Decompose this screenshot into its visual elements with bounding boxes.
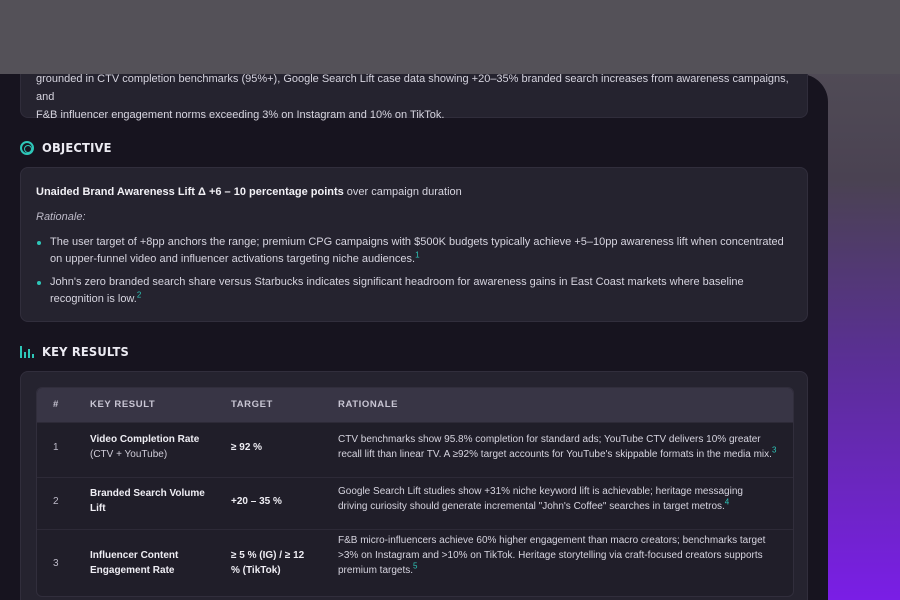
column-header-number: # [53, 399, 59, 410]
bullet-text: John's zero branded search share versus … [50, 276, 744, 305]
window-top-overlay [0, 0, 900, 74]
objective-metric-bold: Unaided Brand Awareness Lift Δ +6 – 10 p… [36, 186, 344, 198]
footnote-ref[interactable]: 3 [772, 446, 776, 455]
column-header-target: TARGET [231, 399, 273, 410]
key-result-rationale: F&B micro-influencers achieve 60% higher… [338, 535, 766, 576]
key-result-rationale: CTV benchmarks show 95.8% completion for… [338, 434, 777, 460]
objective-title: OBJECTIVE [42, 140, 112, 155]
key-result-target: ≥ 92 % [231, 442, 263, 453]
footnote-ref[interactable]: 1 [415, 250, 419, 259]
footnote-ref[interactable]: 2 [137, 290, 141, 299]
key-results-heading: KEY RESULTS [20, 344, 137, 359]
column-header-key-result: KEY RESULT [90, 399, 156, 410]
key-result-name: Influencer Content Engagement Rate [90, 550, 179, 576]
table-row: 2 Branded Search Volume Lift +20 – 35 % G… [37, 477, 793, 529]
table-row: 1 Video Completion Rate (CTV + YouTube) ≥… [37, 422, 793, 477]
key-results-title: KEY RESULTS [42, 344, 130, 359]
objective-metric: Unaided Brand Awareness Lift Δ +6 – 10 p… [36, 186, 462, 198]
column-header-rationale: RATIONALE [338, 399, 399, 410]
row-number: 1 [53, 442, 59, 453]
list-item: John's zero branded search share versus … [36, 274, 796, 308]
table-row: 3 Influencer Content Engagement Rate ≥ 5 … [37, 529, 793, 596]
list-item: The user target of +8pp anchors the rang… [36, 234, 796, 268]
rationale-label: Rationale: [36, 211, 86, 223]
row-number: 3 [53, 558, 59, 569]
bar-chart-icon [20, 345, 34, 358]
key-result-name: Branded Search Volume Lift [90, 488, 205, 514]
row-number: 2 [53, 496, 59, 507]
footnote-ref[interactable]: 5 [413, 562, 417, 571]
summary-text-line2: F&B influencer engagement norms exceedin… [36, 109, 445, 121]
key-result-name: Video Completion Rate (CTV + YouTube) [90, 434, 200, 460]
key-results-card: # KEY RESULT TARGET RATIONALE 1 Video Co… [20, 371, 808, 600]
target-icon [20, 140, 34, 155]
footnote-ref[interactable]: 4 [725, 498, 729, 507]
key-result-rationale: Google Search Lift studies show +31% nic… [338, 486, 743, 512]
table-header: # KEY RESULT TARGET RATIONALE [37, 388, 793, 422]
summary-text-line1: grounded in CTV completion benchmarks (9… [36, 73, 789, 103]
key-result-target: ≥ 5 % (IG) / ≥ 12 % (TikTok) [231, 550, 305, 576]
summary-card: grounded in CTV completion benchmarks (9… [20, 73, 808, 121]
objective-heading: OBJECTIVE [20, 140, 118, 155]
objective-metric-rest: over campaign duration [343, 186, 462, 198]
objective-card: Unaided Brand Awareness Lift Δ +6 – 10 p… [20, 167, 808, 322]
key-result-target: +20 – 35 % [231, 496, 282, 507]
key-results-table: # KEY RESULT TARGET RATIONALE 1 Video Co… [36, 387, 794, 597]
